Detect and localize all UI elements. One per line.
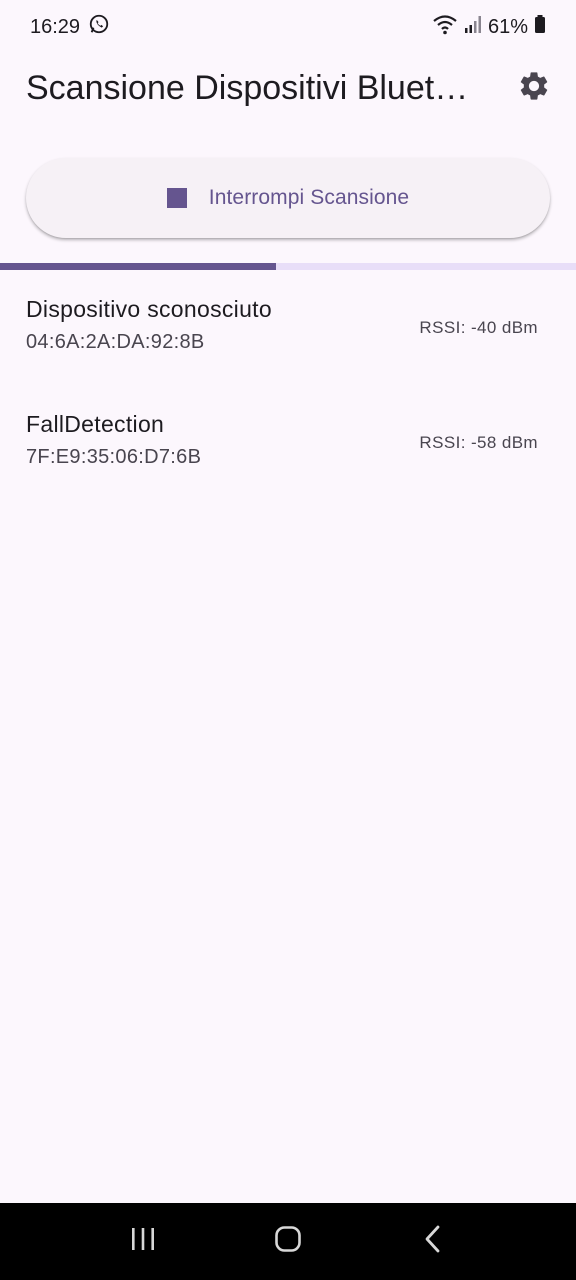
clock: 16:29 <box>30 15 81 38</box>
recent-apps-button[interactable] <box>113 1212 173 1272</box>
device-list-item[interactable]: Dispositivo sconosciuto 04:6A:2A:DA:92:8… <box>0 278 576 393</box>
whatsapp-icon <box>88 13 110 41</box>
device-mac-address: 7F:E9:35:06:D7:6B <box>26 446 202 468</box>
status-right: 61% <box>432 13 546 41</box>
status-bar: 16:29 61% <box>0 0 576 54</box>
system-nav-bar <box>0 1203 576 1280</box>
stop-icon <box>166 188 187 208</box>
signal-icon <box>464 14 482 40</box>
stop-scan-button[interactable]: Interrompi Scansione <box>26 158 550 238</box>
home-icon <box>274 1225 302 1258</box>
screen: 16:29 61% Scansione Dispositivi Bluetoot… <box>0 0 576 1280</box>
battery-percent: 61% <box>487 15 528 38</box>
back-button[interactable] <box>403 1212 463 1272</box>
device-list: Dispositivo sconosciuto 04:6A:2A:DA:92:8… <box>0 278 576 508</box>
device-rssi: RSSI: -58 dBm <box>419 433 538 452</box>
scan-progress-bar <box>0 263 576 270</box>
app-bar: Scansione Dispositivi Bluetooth <box>0 58 576 118</box>
home-button[interactable] <box>258 1212 318 1272</box>
stop-scan-label: Interrompi Scansione <box>208 186 410 209</box>
gear-icon <box>517 69 551 108</box>
device-mac-address: 04:6A:2A:DA:92:8B <box>26 331 205 353</box>
page-title: Scansione Dispositivi Bluetooth <box>26 68 476 107</box>
recent-apps-icon <box>129 1226 157 1257</box>
scan-progress-fill <box>0 263 277 270</box>
battery-icon <box>534 14 546 40</box>
device-text: Dispositivo sconosciuto 04:6A:2A:DA:92:8… <box>26 296 272 354</box>
settings-button[interactable] <box>512 66 556 110</box>
device-name: Dispositivo sconosciuto <box>26 296 272 322</box>
device-name: FallDetection <box>26 411 165 437</box>
device-rssi: RSSI: -40 dBm <box>419 318 538 337</box>
device-list-item[interactable]: FallDetection 7F:E9:35:06:D7:6B RSSI: -5… <box>0 393 576 508</box>
wifi-icon <box>432 13 458 41</box>
device-text: FallDetection 7F:E9:35:06:D7:6B <box>26 411 201 469</box>
status-left: 16:29 <box>30 13 110 41</box>
back-icon <box>423 1225 443 1258</box>
